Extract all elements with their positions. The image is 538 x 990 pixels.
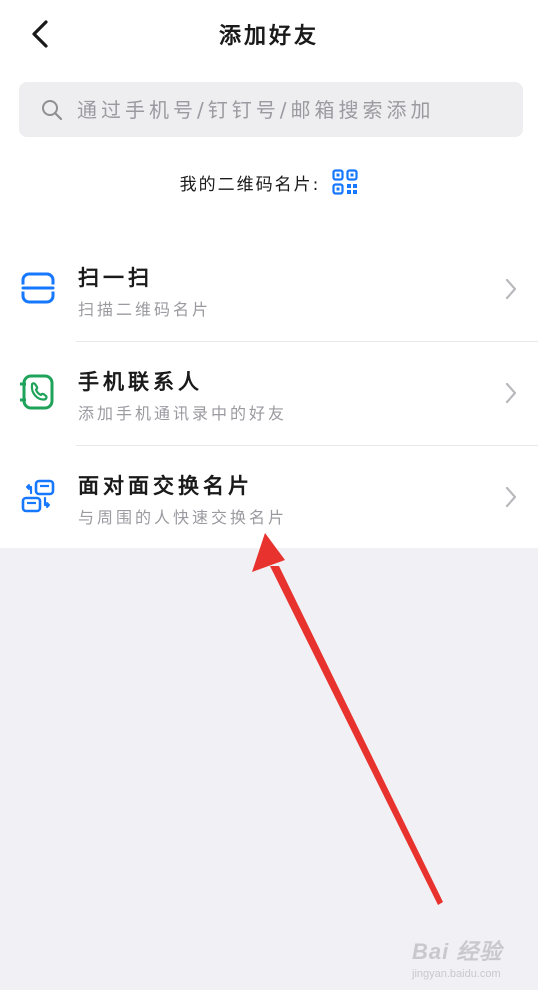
- navigation-bar: 添加好友: [0, 0, 538, 68]
- menu-item-phone-contacts[interactable]: 手机联系人 添加手机通讯录中的好友: [0, 342, 538, 446]
- menu-item-title: 面对面交换名片: [78, 474, 253, 498]
- annotation-arrow-shaft: [270, 566, 443, 905]
- menu-item-subtitle: 添加手机通讯录中的好友: [78, 404, 288, 423]
- menu-item-subtitle: 与周围的人快速交换名片: [78, 508, 288, 527]
- menu-item-face-to-face[interactable]: 面对面交换名片 与周围的人快速交换名片: [0, 446, 538, 550]
- search-input[interactable]: [77, 97, 497, 122]
- phone-contacts-icon: [20, 374, 54, 410]
- chevron-right-icon: [505, 278, 517, 300]
- chevron-right-icon: [505, 382, 517, 404]
- scan-icon: [20, 272, 56, 304]
- exchange-cards-icon: [21, 479, 55, 513]
- menu-item-title: 手机联系人: [78, 370, 203, 394]
- top-panel: 添加好友 我的二维码名片:: [0, 0, 538, 548]
- chevron-right-icon: [505, 486, 517, 508]
- search-bar[interactable]: [19, 82, 523, 137]
- watermark-brand: Bai 经验: [412, 939, 503, 964]
- watermark: Bai 经验 jingyan.baidu.com: [412, 934, 522, 980]
- menu-item-title: 扫一扫: [78, 266, 153, 290]
- my-qr-card-label: 我的二维码名片:: [179, 174, 321, 195]
- menu-item-subtitle: 扫描二维码名片: [78, 300, 212, 319]
- menu-item-scan[interactable]: 扫一扫 扫描二维码名片: [0, 238, 538, 342]
- my-qr-card-row[interactable]: 我的二维码名片:: [0, 166, 538, 198]
- search-icon: [42, 99, 63, 120]
- add-friend-menu: 扫一扫 扫描二维码名片 手机联系人 添加手机通讯录中的好友 面对面交换名片 与周…: [0, 238, 538, 550]
- watermark-url: jingyan.baidu.com: [412, 968, 501, 980]
- page-title: 添加好友: [218, 24, 319, 49]
- qr-code-icon[interactable]: [332, 169, 358, 195]
